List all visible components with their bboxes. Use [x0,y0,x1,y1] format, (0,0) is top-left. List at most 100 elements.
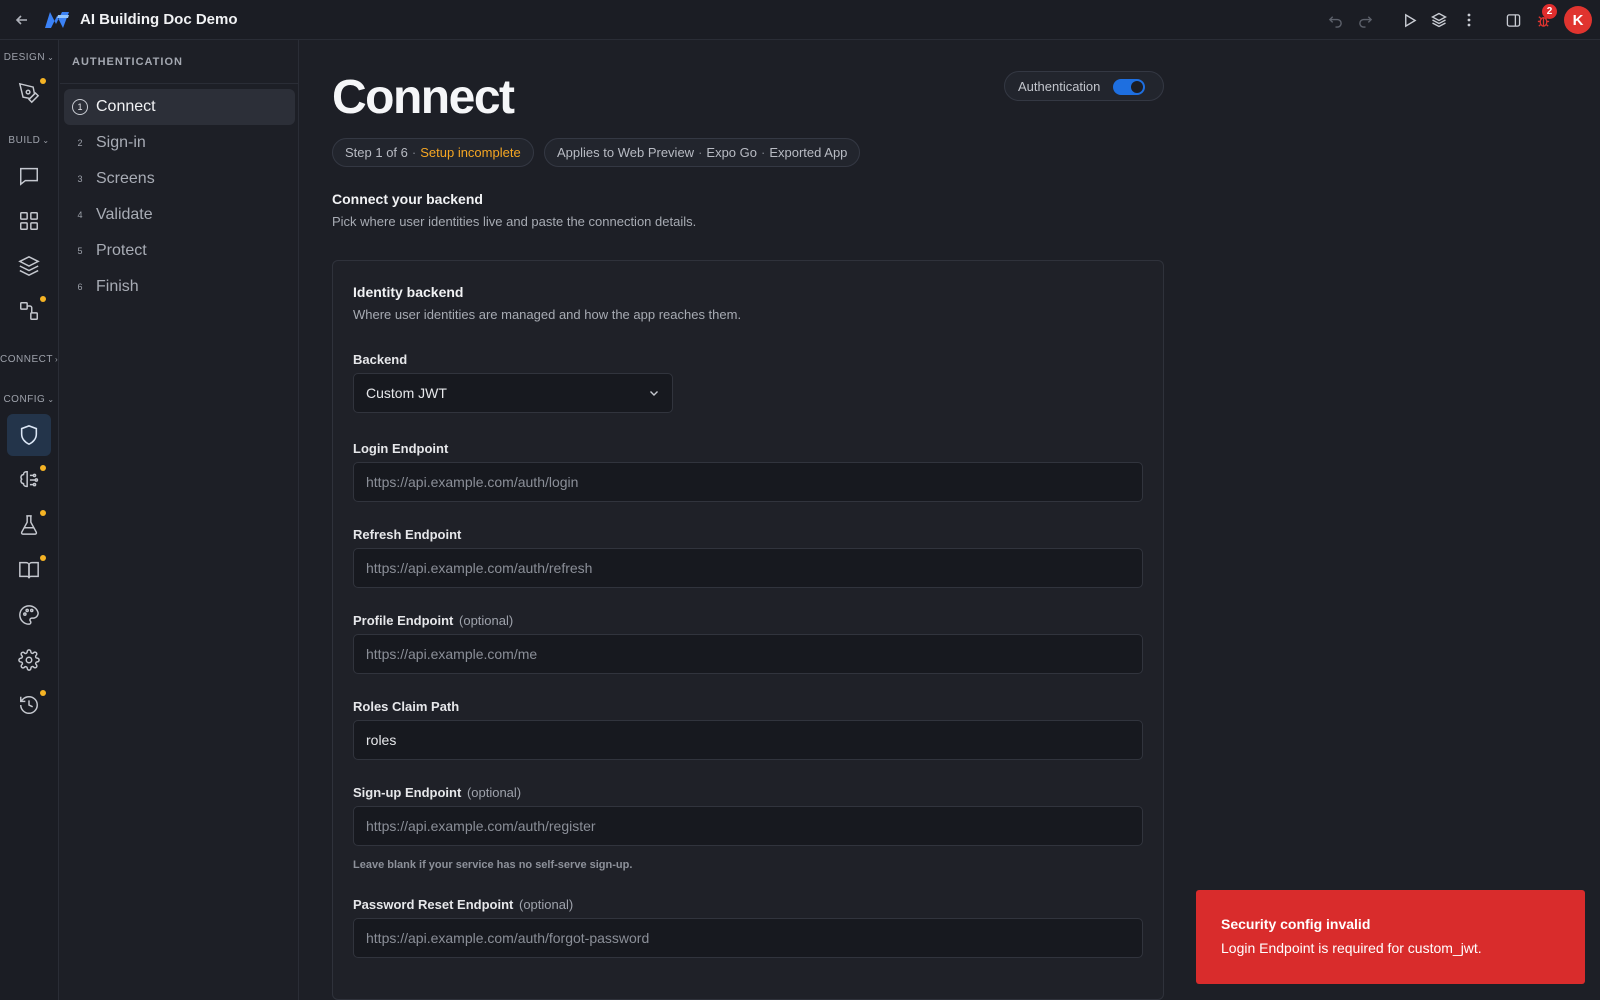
brain-icon [20,471,39,488]
bug-icon[interactable]: 2 [1528,0,1558,40]
toast-title: Security config invalid [1221,916,1371,932]
step-finish[interactable]: 6 Finish [64,269,295,305]
top-bar: AI Building Doc Demo 2 K [0,0,1600,40]
card-title: Identity backend [353,284,464,300]
login-endpoint-label: Login Endpoint [353,441,449,456]
step-label: Finish [96,278,139,295]
roles-claim-path-input[interactable] [353,720,1143,760]
rail-item-docs[interactable] [7,549,51,591]
more-vertical-icon[interactable] [1454,0,1484,40]
step-number: 6 [77,282,83,292]
rail-item-layers[interactable] [7,245,51,287]
authentication-toggle-label: Authentication [1018,78,1101,94]
logo-icon [45,11,69,28]
rail-item-history[interactable] [7,684,51,726]
password-reset-endpoint-input[interactable] [353,918,1143,958]
step-label: Validate [96,206,153,223]
identity-backend-card: Identity backend Where user identities a… [332,260,1164,1000]
step-progress-text: Step 1 of 6 [345,145,408,160]
step-protect[interactable]: 5 Protect [64,233,295,269]
signup-endpoint-label: Sign-up Endpoint (optional) [353,785,522,800]
backend-label: Backend [353,352,408,367]
rail-section-config[interactable]: CONFIG ⌄ [0,394,58,405]
step-sign-in[interactable]: 2 Sign-in [64,125,295,161]
rail-item-ai[interactable] [7,459,51,501]
step-number: 2 [77,138,83,148]
layers-icon[interactable] [1424,0,1454,40]
rail-item-components[interactable] [7,200,51,242]
step-number: 4 [77,210,83,220]
section-description: Pick where user identities live and past… [332,214,697,229]
optional-tag: (optional) [459,613,514,628]
rail-section-build[interactable]: BUILD ⌄ [0,135,58,146]
play-icon[interactable] [1394,0,1424,40]
notify-dot [40,296,46,302]
step-screens[interactable]: 3 Screens [64,161,295,197]
optional-tag: (optional) [519,897,574,912]
toast-message: Login Endpoint is required for custom_jw… [1221,940,1482,956]
password-reset-endpoint-label: Password Reset Endpoint (optional) [353,897,574,912]
panel-toggle-icon[interactable] [1498,0,1528,40]
notify-dot [40,465,46,471]
refresh-endpoint-input[interactable] [353,548,1143,588]
rail-item-theme[interactable] [7,594,51,636]
rail-item-security[interactable] [7,414,51,456]
redo-icon[interactable] [1350,0,1380,40]
status-badge: Step 1 of 6 · Setup incomplete [332,138,534,167]
profile-endpoint-label: Profile Endpoint (optional) [353,613,514,628]
layers-icon [18,256,40,276]
rail-section-design[interactable]: DESIGN ⌄ [0,52,58,63]
section-title: Connect your backend [332,191,483,207]
left-rail: DESIGN ⌄ BUILD ⌄ CONNECT › CONFIG ⌄ [0,40,59,1000]
backend-select[interactable]: Custom JWT [353,373,673,413]
refresh-endpoint-label: Refresh Endpoint [353,527,462,542]
setup-state-text: Setup incomplete [420,145,521,160]
step-connect[interactable]: 1 Connect [64,89,295,125]
flask-icon [20,515,38,535]
step-label: Connect [96,98,156,115]
login-endpoint-input[interactable] [353,462,1143,502]
notify-dot [40,78,46,84]
applies-to-badge: Applies to Web Preview · Expo Go · Exported … [544,138,861,167]
notify-dot [40,555,46,561]
toggle-switch[interactable] [1113,79,1145,95]
rail-item-flows[interactable] [7,290,51,332]
avatar[interactable]: K [1564,6,1592,34]
main-content: Connect Authentication Step 1 of 6 · Set… [300,40,1600,1000]
undo-icon[interactable] [1320,0,1350,40]
notify-dot [40,690,46,696]
step-number: 1 [72,99,88,115]
step-number: 5 [77,246,83,256]
steps-sidebar: AUTHENTICATION 1 Connect 2 Sign-in 3 Scr… [60,40,299,1000]
card-description: Where user identities are managed and ho… [353,307,742,322]
chat-icon [20,167,38,186]
step-label: Sign-in [96,134,146,151]
rail-item-settings[interactable] [7,639,51,681]
step-number: 3 [77,174,83,184]
authentication-toggle[interactable]: Authentication [1004,71,1164,101]
profile-endpoint-input[interactable] [353,634,1143,674]
app-title: AI Building Doc Demo [80,11,238,28]
book-icon [19,561,39,579]
rail-item-chat[interactable] [7,155,51,197]
pen-icon [18,82,40,104]
error-toast[interactable]: Security config invalid Login Endpoint i… [1196,890,1585,984]
step-label: Protect [96,242,147,259]
step-label: Screens [96,170,155,187]
rail-section-connect[interactable]: CONNECT › [0,354,58,365]
page-title: Connect [332,71,515,124]
flow-icon [20,302,38,320]
gear-icon [18,649,40,671]
signup-endpoint-input[interactable] [353,806,1143,846]
history-icon [20,696,38,714]
rail-item-design[interactable] [7,72,51,114]
bug-count-badge: 2 [1542,4,1557,19]
rail-item-tests[interactable] [7,504,51,546]
step-validate[interactable]: 4 Validate [64,197,295,233]
signup-endpoint-hint: Leave blank if your service has no self-… [353,859,633,871]
steps-heading: AUTHENTICATION [60,40,298,84]
backend-selected-value: Custom JWT [366,385,447,401]
back-arrow-icon[interactable] [0,0,44,40]
notify-dot [40,510,46,516]
chevron-down-icon [650,391,658,396]
